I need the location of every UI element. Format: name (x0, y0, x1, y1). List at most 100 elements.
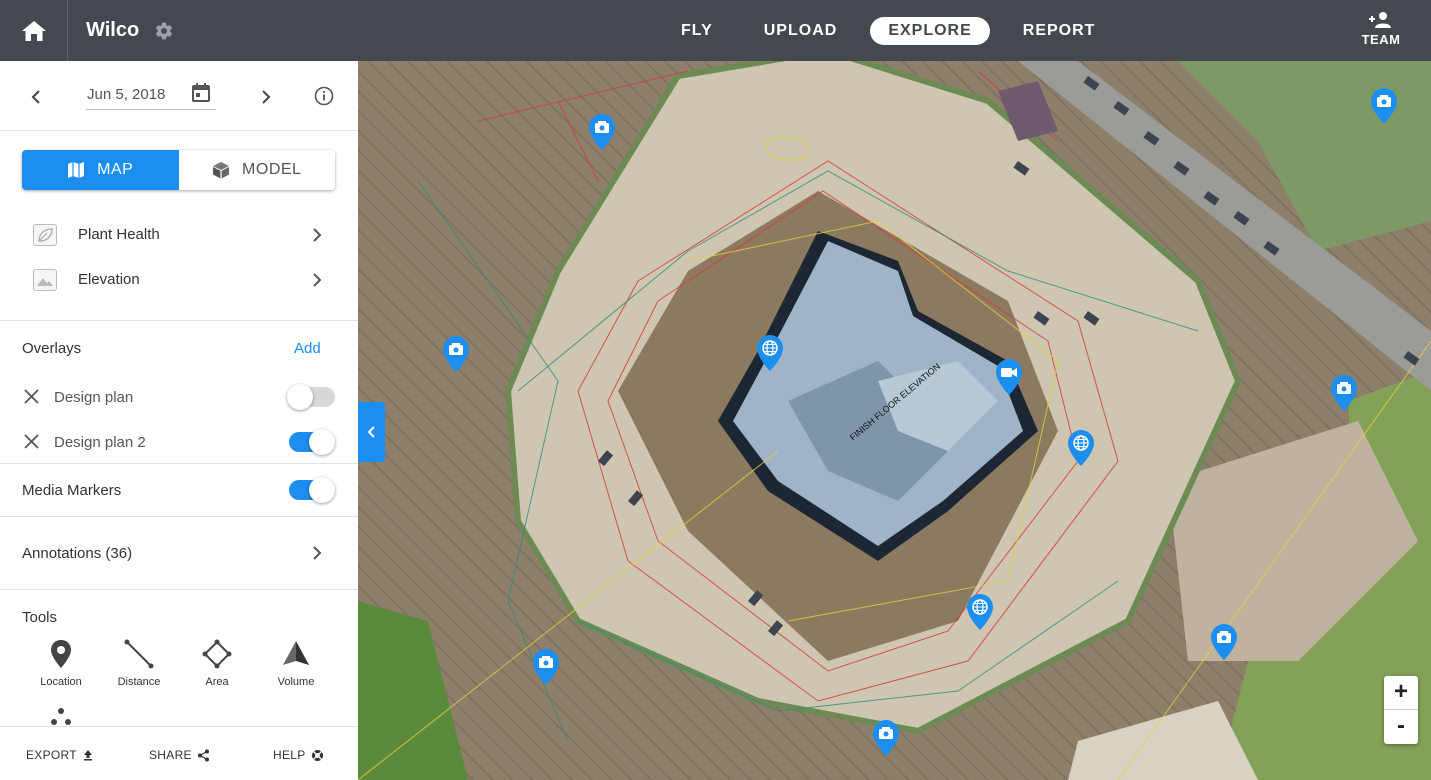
overlay-label: Design plan (54, 389, 134, 406)
layer-plant-health[interactable]: Plant Health (0, 213, 358, 257)
divider (0, 463, 358, 464)
lifebuoy-icon (311, 749, 323, 761)
tool-label: Volume (277, 676, 315, 688)
overlay-toggle[interactable] (287, 384, 335, 410)
layer-elevation[interactable]: Elevation (0, 258, 358, 302)
tab-report[interactable]: REPORT (1005, 17, 1114, 45)
tab-explore[interactable]: EXPLORE (870, 17, 990, 45)
camera-icon (1371, 88, 1397, 124)
close-icon[interactable] (24, 389, 39, 404)
info-icon[interactable] (314, 86, 334, 106)
camera-marker[interactable] (1369, 87, 1399, 125)
export-button[interactable]: EXPORT (26, 748, 94, 762)
divider (0, 589, 358, 590)
home-button[interactable] (0, 0, 68, 61)
aerial-imagery: FINISH FLOOR ELEVATION (358, 61, 1431, 780)
date-navigator: Jun 5, 2018 (0, 61, 358, 131)
globe-icon (1068, 430, 1094, 466)
map-view-label: MAP (97, 161, 134, 178)
project-name[interactable]: Wilco (86, 19, 139, 42)
tool-area[interactable]: Area (182, 639, 252, 688)
camera-marker[interactable] (1329, 374, 1359, 412)
export-label: EXPORT (26, 748, 77, 762)
sidebar-footer: EXPORT SHARE HELP (0, 726, 358, 780)
chevron-right-icon[interactable] (256, 87, 276, 107)
camera-icon (533, 649, 559, 685)
divider (0, 516, 358, 517)
media-markers-toggle[interactable] (287, 477, 335, 503)
tool-volume[interactable]: Volume (261, 639, 331, 688)
annotations-row[interactable]: Annotations (36) (0, 531, 358, 575)
camera-icon (1331, 375, 1357, 411)
overlay-item: Design plan (0, 377, 358, 417)
camera-icon (443, 336, 469, 372)
camera-marker[interactable] (587, 113, 617, 151)
tab-fly[interactable]: FLY (663, 17, 731, 45)
camera-marker[interactable] (871, 719, 901, 757)
map-icon (68, 162, 85, 178)
team-button[interactable]: TEAM (1361, 11, 1401, 47)
tool-location[interactable]: Location (26, 639, 96, 688)
sidebar: Jun 5, 2018 MAP MODEL Plant Health Eleva… (0, 61, 358, 780)
camera-marker[interactable] (441, 335, 471, 373)
chevron-right-icon (313, 228, 322, 242)
zoom-in-button[interactable]: + (1384, 676, 1418, 710)
calendar-icon (192, 83, 210, 102)
overlay-toggle[interactable] (287, 429, 335, 455)
top-bar: Wilco FLY UPLOAD EXPLORE REPORT TEAM (0, 0, 1431, 61)
zoom-control: + - (1384, 676, 1418, 744)
share-button[interactable]: SHARE (149, 748, 210, 762)
camera-marker[interactable] (531, 648, 561, 686)
upload-icon (83, 750, 92, 761)
cube-icon (213, 162, 230, 179)
location-pin-icon (51, 640, 71, 668)
model-view-button[interactable]: MODEL (178, 150, 335, 190)
media-markers-label: Media Markers (22, 482, 122, 499)
date-picker[interactable]: Jun 5, 2018 (86, 83, 216, 110)
camera-icon (873, 720, 899, 756)
globe-marker[interactable] (965, 593, 995, 631)
camera-marker[interactable] (1209, 623, 1239, 661)
tool-distance[interactable]: Distance (104, 639, 174, 688)
team-label: TEAM (1361, 32, 1401, 47)
date-value: Jun 5, 2018 (87, 86, 166, 103)
chevron-left-icon[interactable] (26, 87, 46, 107)
overlay-item: Design plan 2 (0, 422, 358, 462)
dots-icon (51, 708, 71, 725)
tool-label: Area (205, 676, 229, 688)
view-toggle: MAP MODEL (22, 150, 335, 190)
layer-label-plant-health: Plant Health (78, 226, 160, 243)
share-icon (197, 749, 209, 761)
add-overlay-link[interactable]: Add (294, 340, 321, 357)
video-marker[interactable] (994, 358, 1024, 396)
share-label: SHARE (149, 748, 192, 762)
volume-icon (283, 641, 309, 665)
camera-icon (1211, 624, 1237, 660)
overlay-label: Design plan 2 (54, 434, 146, 451)
chevron-right-icon (313, 546, 322, 560)
team-icon (1369, 12, 1391, 28)
help-label: HELP (273, 748, 306, 762)
camera-icon (589, 114, 615, 150)
map-view-button[interactable]: MAP (22, 150, 179, 190)
area-icon (202, 639, 232, 669)
globe-icon (967, 594, 993, 630)
divider (0, 320, 358, 321)
chevron-left-icon (367, 426, 375, 438)
globe-icon (757, 335, 783, 371)
tools-title: Tools (22, 609, 58, 626)
close-icon[interactable] (24, 434, 39, 449)
help-button[interactable]: HELP (273, 748, 324, 762)
tool-label: Location (40, 676, 82, 688)
globe-marker[interactable] (1066, 429, 1096, 467)
map-canvas[interactable]: FINISH FLOOR ELEVATION (358, 61, 1431, 780)
globe-marker[interactable] (755, 334, 785, 372)
tab-upload[interactable]: UPLOAD (746, 17, 856, 45)
collapse-sidebar-button[interactable] (358, 402, 385, 462)
leaf-icon (33, 224, 57, 246)
zoom-out-button[interactable]: - (1384, 710, 1418, 744)
video-camera-icon (996, 359, 1022, 395)
chevron-right-icon (313, 273, 322, 287)
tool-label: Distance (117, 676, 161, 688)
gear-icon[interactable] (154, 21, 174, 41)
